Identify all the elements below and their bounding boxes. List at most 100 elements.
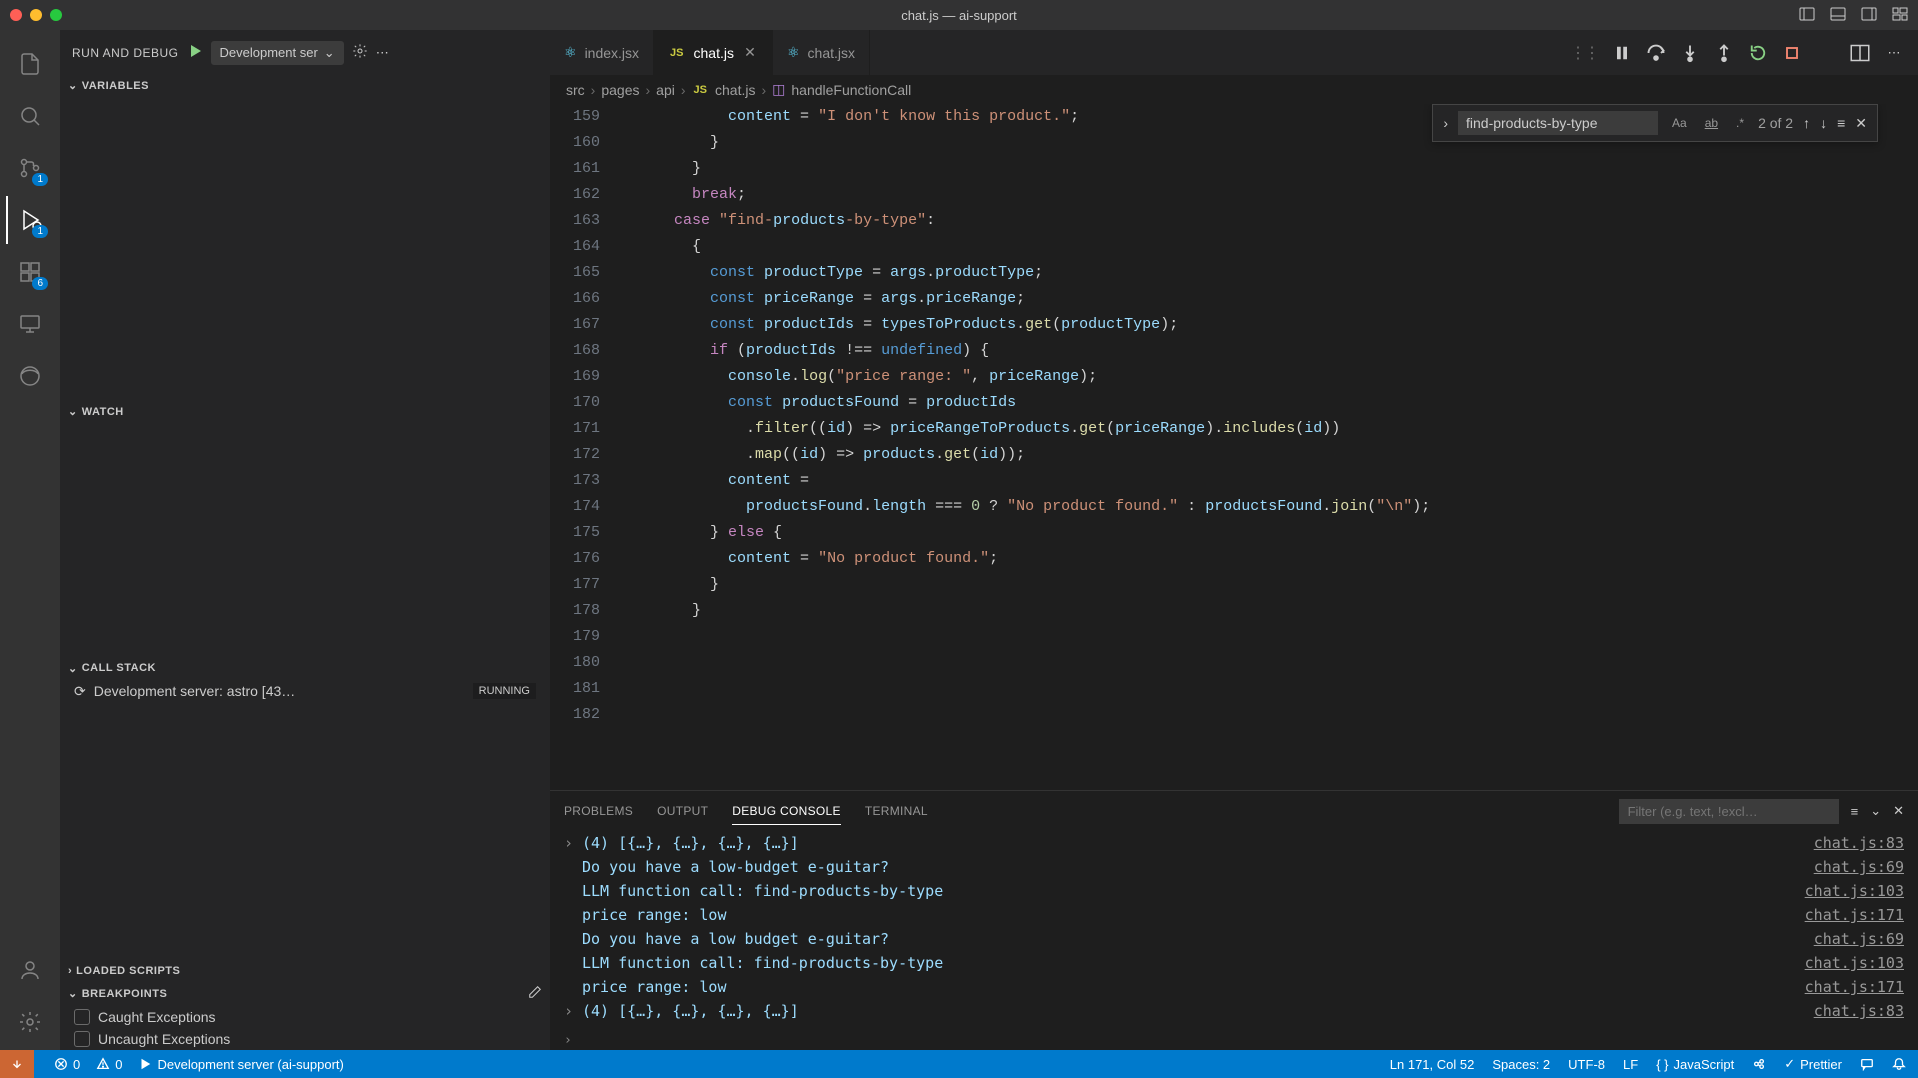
step-over-icon[interactable] xyxy=(1646,43,1666,63)
chevron-down-icon: ⌄ xyxy=(68,405,78,418)
js-icon: JS xyxy=(692,83,709,97)
more-icon[interactable]: ⋯ xyxy=(1884,43,1904,63)
eol[interactable]: LF xyxy=(1623,1057,1638,1072)
settings-gear-icon[interactable] xyxy=(6,998,54,1046)
more-icon[interactable]: ⋯ xyxy=(376,45,389,61)
editor-area: ⚛ index.jsx JS chat.js ✕ ⚛ chat.jsx ⋮⋮ xyxy=(550,30,1918,1050)
bottom-panel: PROBLEMS OUTPUT DEBUG CONSOLE TERMINAL ≡… xyxy=(550,790,1918,1050)
prev-match-icon[interactable]: ↑ xyxy=(1803,115,1810,131)
chevron-down-icon: ⌄ xyxy=(68,662,78,675)
window-controls xyxy=(10,9,62,21)
start-debug-icon[interactable] xyxy=(187,43,203,62)
split-editor-icon[interactable] xyxy=(1850,43,1870,63)
edit-icon[interactable] xyxy=(528,985,542,1002)
search-icon[interactable] xyxy=(6,92,54,140)
panel-tabs: PROBLEMS OUTPUT DEBUG CONSOLE TERMINAL ≡… xyxy=(550,791,1918,831)
match-word-icon[interactable]: ab xyxy=(1701,114,1722,132)
account-icon[interactable] xyxy=(6,946,54,994)
customize-layout-icon[interactable] xyxy=(1892,6,1908,25)
close-window[interactable] xyxy=(10,9,22,21)
minimize-window[interactable] xyxy=(30,9,42,21)
step-out-icon[interactable] xyxy=(1714,43,1734,63)
debug-session-status[interactable]: Development server (ai-support) xyxy=(138,1057,343,1072)
activity-bar: 1 1 6 xyxy=(0,30,60,1050)
tab-chat-js[interactable]: JS chat.js ✕ xyxy=(654,30,773,75)
tab-output[interactable]: OUTPUT xyxy=(657,798,708,824)
watch-section[interactable]: ⌄ WATCH xyxy=(60,401,550,422)
close-icon[interactable]: ✕ xyxy=(1893,803,1904,819)
extensions-badge: 6 xyxy=(32,277,48,290)
layout-panel-right-icon[interactable] xyxy=(1861,6,1877,25)
debug-status[interactable] xyxy=(0,1050,34,1078)
tab-chat-jsx[interactable]: ⚛ chat.jsx xyxy=(773,30,870,75)
match-case-icon[interactable]: Aa xyxy=(1668,114,1691,132)
prettier-status[interactable]: ✓ Prettier xyxy=(1784,1056,1842,1072)
maximize-window[interactable] xyxy=(50,9,62,21)
debug-console-output[interactable]: ›(4) [{…}, {…}, {…}, {…}]chat.js:83 Do y… xyxy=(550,831,1918,1031)
layout-panel-bottom-icon[interactable] xyxy=(1830,6,1846,25)
debug-config-select[interactable]: Development ser ⌄ xyxy=(211,41,344,65)
language-mode[interactable]: { } JavaScript xyxy=(1656,1057,1734,1072)
cursor-position[interactable]: Ln 171, Col 52 xyxy=(1390,1057,1475,1072)
restart-icon[interactable] xyxy=(1748,43,1768,63)
running-badge: RUNNING xyxy=(473,683,536,699)
feedback-icon[interactable] xyxy=(1860,1057,1874,1071)
bp-uncaught[interactable]: Uncaught Exceptions xyxy=(60,1028,550,1050)
tab-debug-console[interactable]: DEBUG CONSOLE xyxy=(732,798,841,825)
regex-icon[interactable]: .* xyxy=(1732,114,1748,132)
step-into-icon[interactable] xyxy=(1680,43,1700,63)
breakpoints-section[interactable]: ⌄ BREAKPOINTS xyxy=(60,981,550,1006)
status-bar: 0 0 Development server (ai-support) Ln 1… xyxy=(0,1050,1918,1078)
chevron-down-icon: ⌄ xyxy=(324,45,335,61)
tab-problems[interactable]: PROBLEMS xyxy=(564,798,633,824)
indentation[interactable]: Spaces: 2 xyxy=(1492,1057,1550,1072)
line-numbers: 159 160 161 162 163 164 165 166 167 168 … xyxy=(550,104,620,728)
bell-icon[interactable] xyxy=(1892,1057,1906,1071)
editor-tabs: ⚛ index.jsx JS chat.js ✕ ⚛ chat.jsx ⋮⋮ xyxy=(550,30,1918,75)
warnings-count[interactable]: 0 xyxy=(96,1057,122,1072)
stop-icon[interactable] xyxy=(1782,43,1802,63)
checkbox[interactable] xyxy=(74,1009,90,1025)
code-editor[interactable]: › Aa ab .* 2 of 2 ↑ ↓ ≡ ✕ 159 160 161 16… xyxy=(550,104,1918,790)
bp-caught[interactable]: Caught Exceptions xyxy=(60,1006,550,1028)
variables-section[interactable]: ⌄ VARIABLES xyxy=(60,75,550,96)
extensions-icon[interactable]: 6 xyxy=(6,248,54,296)
explorer-icon[interactable] xyxy=(6,40,54,88)
errors-count[interactable]: 0 xyxy=(54,1057,80,1072)
window-title: chat.js — ai-support xyxy=(901,8,1017,23)
js-icon: JS xyxy=(668,46,685,60)
code-content[interactable]: content = "I don't know this product."; … xyxy=(620,104,1918,728)
run-debug-icon[interactable]: 1 xyxy=(6,196,54,244)
source-control-icon[interactable]: 1 xyxy=(6,144,54,192)
filter-icon[interactable]: ≡ xyxy=(1851,804,1859,819)
encoding[interactable]: UTF-8 xyxy=(1568,1057,1605,1072)
edge-icon[interactable] xyxy=(6,352,54,400)
remote-icon[interactable] xyxy=(6,300,54,348)
grip-icon[interactable]: ⋮⋮ xyxy=(1570,43,1598,63)
find-input[interactable] xyxy=(1458,111,1658,135)
next-match-icon[interactable]: ↓ xyxy=(1820,115,1827,131)
sidebar-header: RUN AND DEBUG Development ser ⌄ ⋯ xyxy=(60,30,550,75)
close-icon[interactable]: ✕ xyxy=(1855,115,1867,132)
tab-index[interactable]: ⚛ index.jsx xyxy=(550,30,654,75)
layout-panel-left-icon[interactable] xyxy=(1799,6,1815,25)
callstack-section[interactable]: ⌄ CALL STACK xyxy=(60,658,550,679)
sidebar-title: RUN AND DEBUG xyxy=(72,46,179,60)
filter-input[interactable] xyxy=(1619,799,1839,824)
debug-sidebar: RUN AND DEBUG Development ser ⌄ ⋯ ⌄ VARI… xyxy=(60,30,550,1050)
live-share-icon[interactable] xyxy=(1752,1057,1766,1071)
pause-icon[interactable] xyxy=(1612,43,1632,63)
tab-terminal[interactable]: TERMINAL xyxy=(865,798,928,824)
breadcrumb[interactable]: src› pages› api› JS chat.js› ◫ handleFun… xyxy=(550,75,1918,104)
close-icon[interactable]: ✕ xyxy=(742,44,758,61)
find-in-selection-icon[interactable]: ≡ xyxy=(1837,115,1845,131)
chevron-right-icon[interactable]: › xyxy=(1443,115,1448,131)
debug-session-icon: ⟳ xyxy=(74,683,86,700)
checkbox[interactable] xyxy=(74,1031,90,1047)
loaded-scripts-section[interactable]: › LOADED SCRIPTS xyxy=(60,961,550,981)
gear-icon[interactable] xyxy=(352,43,368,62)
react-icon: ⚛ xyxy=(564,44,577,61)
callstack-item[interactable]: ⟳ Development server: astro [43… RUNNING xyxy=(60,679,550,704)
collapse-icon[interactable]: ⌄ xyxy=(1870,803,1881,819)
console-prompt[interactable]: › xyxy=(550,1031,1918,1050)
